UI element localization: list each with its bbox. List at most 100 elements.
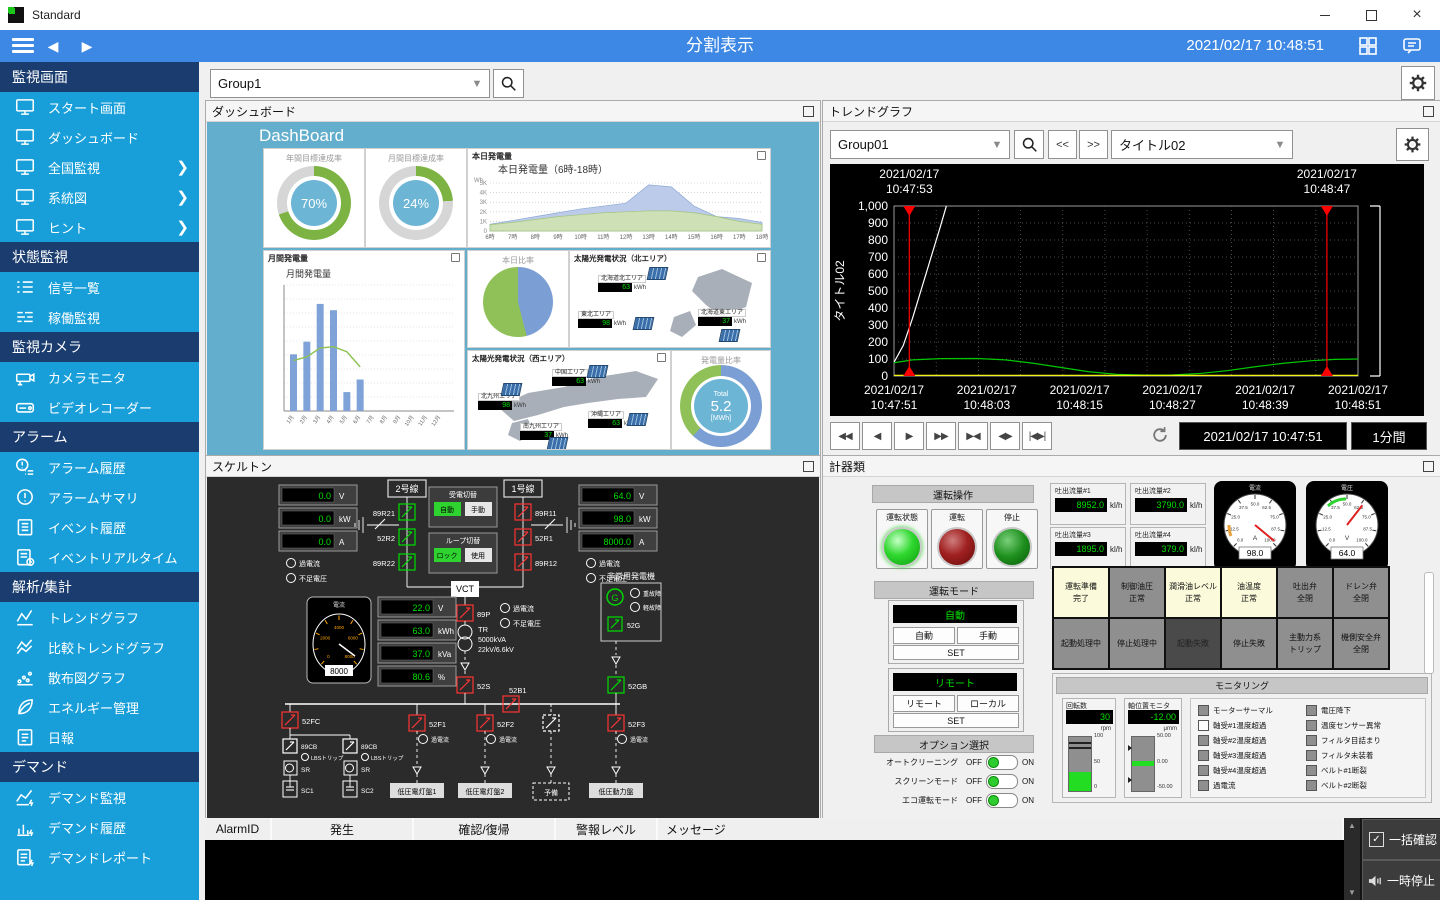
message-icon[interactable] bbox=[1402, 36, 1422, 56]
transport-button-1[interactable]: ◀ bbox=[862, 422, 892, 450]
trend-compare-icon bbox=[14, 636, 36, 658]
trend-settings-button[interactable] bbox=[1396, 128, 1429, 161]
set-button[interactable]: SET bbox=[893, 645, 1019, 660]
print-icon[interactable] bbox=[657, 353, 666, 362]
set-button[interactable]: SET bbox=[893, 713, 1019, 728]
sidebar-item-5-0[interactable]: デマンド監視 bbox=[0, 782, 199, 812]
alarm-scrollbar[interactable]: ▲ ▼ bbox=[1344, 818, 1360, 900]
operation-button-1[interactable] bbox=[937, 527, 977, 567]
svg-text:受電切替: 受電切替 bbox=[449, 490, 477, 499]
trend-search-button[interactable] bbox=[1014, 130, 1044, 159]
svg-text:37.0: 37.0 bbox=[412, 649, 430, 659]
trend-datetime-display[interactable]: 2021/02/17 10:47:51 bbox=[1179, 422, 1347, 450]
print-icon[interactable] bbox=[757, 253, 766, 262]
maximize-icon[interactable] bbox=[1423, 106, 1434, 117]
sidebar-item-3-1[interactable]: アラームサマリ bbox=[0, 482, 199, 512]
settings-button[interactable] bbox=[1401, 66, 1435, 100]
svg-text:ロック: ロック bbox=[437, 552, 458, 560]
sidebar-item-2-0[interactable]: カメラモニタ bbox=[0, 362, 199, 392]
sidebar-item-0-1[interactable]: ダッシュボード bbox=[0, 122, 199, 152]
search-icon bbox=[500, 75, 517, 92]
alarm-table-body[interactable] bbox=[205, 840, 1344, 900]
sidebar-item-1-1[interactable]: 稼働監視 bbox=[0, 302, 199, 332]
area-chart-title: 本日発電量（6時-18時） bbox=[498, 161, 608, 176]
sidebar-item-4-2[interactable]: 散布図グラフ bbox=[0, 662, 199, 692]
confirm-all-button[interactable]: ✓ 一括確認 bbox=[1362, 819, 1440, 860]
option-row-2: エコ運転モードOFFON bbox=[860, 793, 1034, 807]
maximize-icon[interactable] bbox=[1423, 461, 1434, 472]
transport-button-6[interactable]: |◀▶| bbox=[1022, 422, 1052, 450]
local-button[interactable]: ローカル bbox=[957, 695, 1019, 712]
alarm-column-2[interactable]: 確認/復帰 bbox=[414, 818, 556, 840]
alarm-column-0[interactable]: AlarmID bbox=[205, 818, 272, 840]
svg-text:11時: 11時 bbox=[597, 233, 609, 241]
manual-button[interactable]: 手動 bbox=[957, 627, 1019, 644]
trend-title-select[interactable]: タイトル02 ▼ bbox=[1111, 130, 1293, 159]
sidebar-item-0-2[interactable]: 全国監視❯ bbox=[0, 152, 199, 182]
sidebar-item-4-3[interactable]: エネルギー管理 bbox=[0, 692, 199, 722]
scroll-up-icon[interactable]: ▲ bbox=[1344, 821, 1360, 830]
sidebar-item-4-0[interactable]: トレンドグラフ bbox=[0, 602, 199, 632]
shaft-slider[interactable] bbox=[1131, 736, 1155, 792]
svg-text:13時: 13時 bbox=[642, 233, 655, 241]
alarm-column-4[interactable]: メッセージ bbox=[658, 818, 1344, 840]
svg-text:2021/02/17: 2021/02/17 bbox=[1328, 383, 1388, 397]
scroll-down-icon[interactable]: ▼ bbox=[1344, 888, 1360, 897]
alarm-column-3[interactable]: 警報レベル bbox=[556, 818, 658, 840]
operation-button-0[interactable] bbox=[882, 527, 922, 567]
toggle-switch-1[interactable] bbox=[986, 774, 1018, 789]
flow-readout-1: 吐出流量#23790.0kl/h bbox=[1130, 483, 1206, 525]
trend-chart[interactable]: 01002003004005006007008009001,000タイトル022… bbox=[830, 164, 1424, 416]
status-cell-9: 停止失敗 bbox=[1222, 619, 1276, 668]
sidebar-item-3-3[interactable]: イベントリアルタイム bbox=[0, 542, 199, 572]
print-icon[interactable] bbox=[451, 253, 460, 262]
maximize-icon[interactable] bbox=[803, 461, 814, 472]
sidebar-item-1-0[interactable]: 信号一覧 bbox=[0, 272, 199, 302]
transport-button-4[interactable]: ▶◀ bbox=[958, 422, 988, 450]
sidebar-item-5-2[interactable]: デマンドレポート bbox=[0, 842, 199, 872]
transport-button-0[interactable]: ◀◀ bbox=[830, 422, 860, 450]
pause-button[interactable]: 一時停止 bbox=[1362, 860, 1440, 900]
window-title: Standard bbox=[32, 8, 81, 22]
maximize-icon[interactable] bbox=[803, 106, 814, 117]
sidebar-item-0-0[interactable]: スタート画面 bbox=[0, 92, 199, 122]
transport-button-5[interactable]: ◀▶ bbox=[990, 422, 1020, 450]
transport-button-2[interactable]: ▶ bbox=[894, 422, 924, 450]
operation-button-2[interactable] bbox=[992, 527, 1032, 567]
sidebar-item-4-4[interactable]: 日報 bbox=[0, 722, 199, 752]
group-select[interactable]: Group1 ▼ bbox=[210, 69, 490, 98]
sidebar-item-0-3[interactable]: 系統図❯ bbox=[0, 182, 199, 212]
sidebar-item-3-0[interactable]: アラーム履歴 bbox=[0, 452, 199, 482]
maximize-button[interactable] bbox=[1348, 0, 1394, 30]
alarm-column-1[interactable]: 発生 bbox=[272, 818, 414, 840]
trend-next-button[interactable]: >> bbox=[1079, 130, 1108, 159]
remote-button[interactable]: リモート bbox=[893, 695, 955, 712]
svg-text:200: 200 bbox=[868, 335, 888, 349]
status-grid: 運転準備完了制御油圧正常潤滑油レベル正常油温度正常吐出弁全閉ドレン弁全閉起動処理… bbox=[1052, 566, 1390, 670]
trend-prev-button[interactable]: << bbox=[1048, 130, 1077, 159]
search-button[interactable] bbox=[493, 69, 524, 98]
layout-grid-icon[interactable] bbox=[1358, 36, 1378, 56]
app-icon bbox=[8, 7, 24, 23]
print-icon[interactable] bbox=[757, 151, 766, 160]
auto-button[interactable]: 自動 bbox=[893, 627, 955, 644]
svg-text:%: % bbox=[438, 673, 445, 682]
transport-button-3[interactable]: ▶▶ bbox=[926, 422, 956, 450]
sidebar-item-2-1[interactable]: ビデオレコーダー bbox=[0, 392, 199, 422]
trend-range-display[interactable]: 1分間 bbox=[1351, 422, 1427, 450]
refresh-button[interactable] bbox=[1146, 422, 1174, 448]
toggle-switch-0[interactable] bbox=[986, 755, 1018, 770]
sidebar-item-5-1[interactable]: デマンド履歴 bbox=[0, 812, 199, 842]
close-button[interactable]: × bbox=[1394, 0, 1440, 30]
minimize-button[interactable] bbox=[1302, 0, 1348, 30]
sidebar-item-0-4[interactable]: ヒント❯ bbox=[0, 212, 199, 242]
svg-text:9月: 9月 bbox=[392, 414, 403, 425]
trend-group-select[interactable]: Group01 ▼ bbox=[830, 130, 1010, 159]
sidebar-item-4-1[interactable]: 比較トレンドグラフ bbox=[0, 632, 199, 662]
scrollbar-thumb[interactable] bbox=[1424, 572, 1434, 674]
sidebar-item-3-2[interactable]: イベント履歴 bbox=[0, 512, 199, 542]
svg-text:89P: 89P bbox=[477, 610, 490, 619]
toggle-switch-2[interactable] bbox=[986, 793, 1018, 808]
svg-text:VCT: VCT bbox=[456, 584, 475, 594]
sidebar-item-label: アラーム履歴 bbox=[48, 458, 126, 477]
